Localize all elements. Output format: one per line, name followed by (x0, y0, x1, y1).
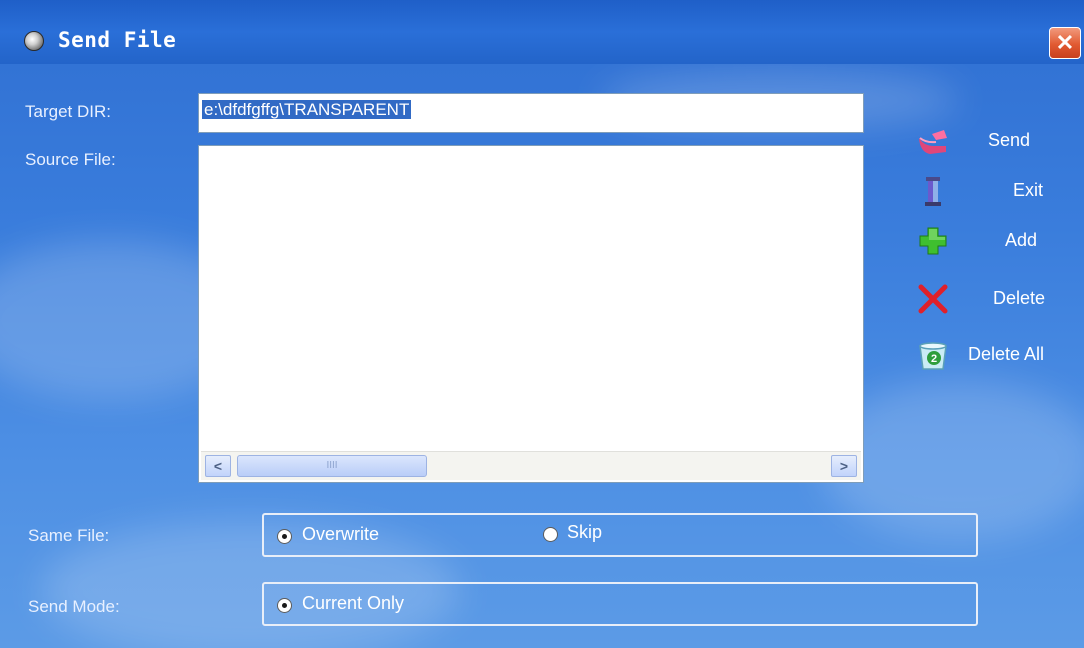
delete-all-icon: 2 (919, 342, 947, 370)
exit-label: Exit (1013, 180, 1044, 200)
delete-button[interactable]: Delete (916, 278, 1066, 322)
delete-all-label: Delete All (968, 344, 1045, 364)
target-dir-input[interactable]: e:\dfdfgffg\TRANSPARENT (198, 93, 864, 133)
delete-icon (918, 284, 948, 314)
scroll-thumb[interactable]: IIII (237, 455, 427, 477)
title-bar[interactable]: Send File ✕ (0, 0, 1084, 64)
overwrite-radio[interactable] (277, 529, 292, 544)
delete-label: Delete (993, 288, 1046, 308)
add-button[interactable]: Add (916, 220, 1066, 264)
current-only-radio[interactable] (277, 598, 292, 613)
target-dir-value: e:\dfdfgffg\TRANSPARENT (202, 100, 412, 119)
horizontal-scrollbar[interactable]: < IIII > (201, 451, 861, 480)
send-mode-label: Send Mode: (28, 597, 120, 616)
svg-text:2: 2 (931, 353, 937, 365)
source-file-label: Source File: (25, 150, 116, 169)
exit-button[interactable]: Exit (916, 170, 1066, 214)
overwrite-label[interactable]: Overwrite (302, 524, 379, 545)
target-dir-label: Target DIR: (25, 102, 111, 121)
same-file-label: Same File: (28, 526, 110, 545)
app-disc-icon (24, 31, 44, 51)
scroll-left-button[interactable]: < (205, 455, 231, 477)
add-label: Add (1005, 230, 1038, 250)
close-button[interactable]: ✕ (1049, 27, 1081, 59)
add-icon (919, 227, 947, 255)
skip-label[interactable]: Skip (567, 522, 602, 543)
scroll-right-button[interactable]: > (831, 455, 857, 477)
send-file-dialog: Send File ✕ Target DIR: e:\dfdfgffg\TRAN… (0, 0, 1084, 648)
send-mode-group: Current Only (262, 582, 978, 626)
skip-radio[interactable] (543, 527, 558, 542)
source-file-list[interactable]: < IIII > (198, 145, 864, 483)
exit-icon (925, 177, 941, 206)
window-title: Send File (58, 28, 177, 52)
current-only-label[interactable]: Current Only (302, 593, 404, 614)
send-label: Send (988, 130, 1031, 150)
send-button[interactable]: Send (916, 120, 1066, 164)
delete-all-button[interactable]: 2 Delete All (916, 334, 1076, 378)
send-icon (919, 130, 947, 154)
same-file-group: Overwrite Skip (262, 513, 978, 557)
